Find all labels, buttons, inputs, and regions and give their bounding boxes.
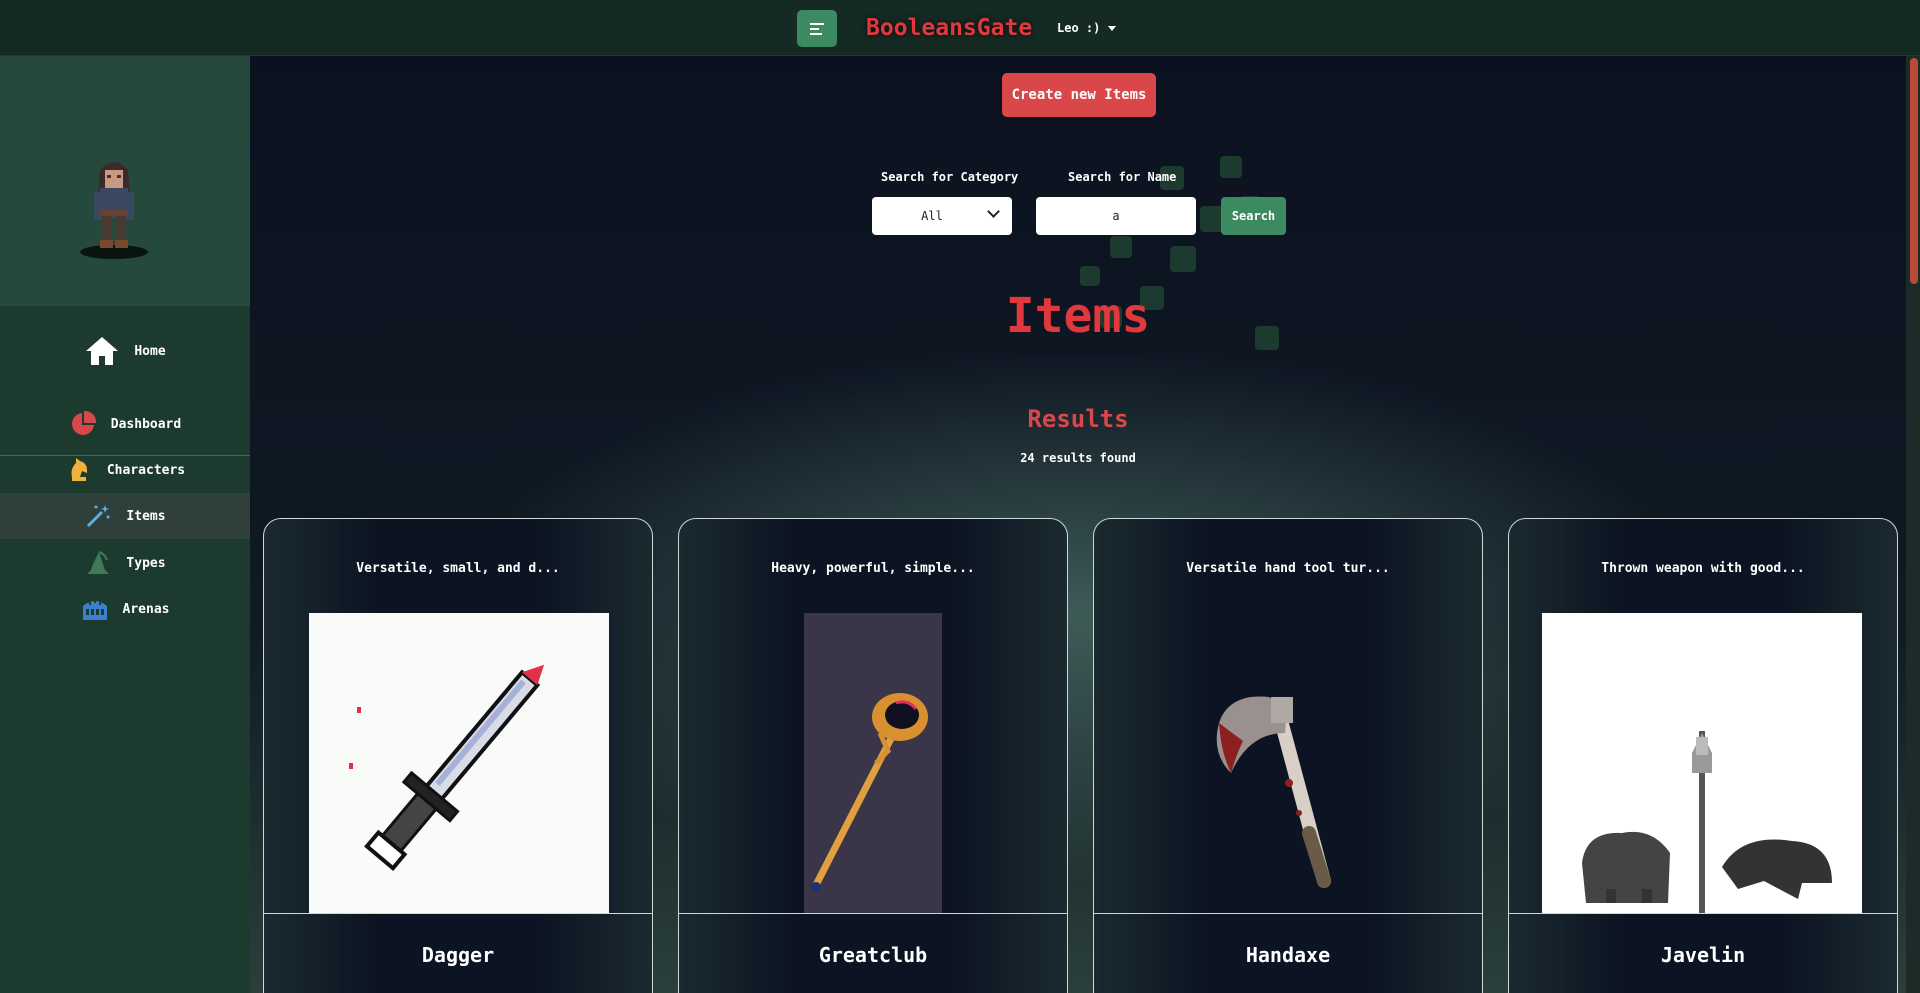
sidebar-item-label: Home [134,343,166,359]
category-label: Search for Category [881,170,1019,184]
item-name: Greatclub [818,943,928,967]
sidebar-item-home[interactable]: Home [0,321,250,381]
sidebar-item-label: Items [126,508,166,524]
sidebar-item-label: Types [126,555,166,571]
avatar-panel [0,56,250,306]
name-label: Search for Name [1068,170,1177,184]
handaxe-image [1216,696,1331,888]
main-content: Create new Items Search for Category All… [250,56,1906,993]
card-divider [264,913,652,914]
avatar [80,162,148,259]
item-name: Dagger [421,943,495,967]
sidebar-item-characters[interactable]: Characters [0,447,250,493]
item-name: Javelin [1660,943,1746,967]
item-name: Handaxe [1245,943,1331,967]
chess-knight-icon [65,456,93,484]
pie-chart-icon [69,410,97,438]
category-select[interactable]: All [872,197,1012,235]
scrollbar-thumb[interactable] [1910,58,1918,284]
dagger-image [309,613,609,913]
item-description: Versatile hand tool tur... [1186,561,1390,576]
item-description: Versatile, small, and d... [356,561,560,576]
item-card-greatclub[interactable]: Heavy, powerful, simple... Greatclub [678,518,1068,993]
menu-toggle-button[interactable] [797,10,837,47]
results-count: 24 results found [1020,451,1136,465]
item-card-dagger[interactable]: Versatile, small, and d... Dagger [263,518,653,993]
javelin-image [1542,613,1862,913]
user-dropdown[interactable]: Leo :) [1057,18,1117,38]
item-card-handaxe[interactable]: Versatile hand tool tur... Handaxe [1093,518,1483,993]
chevron-down-icon [987,205,1000,218]
card-divider [679,913,1067,914]
card-divider [1509,913,1897,914]
sidebar-item-label: Dashboard [110,416,182,432]
menu-lines-icon [810,22,824,35]
item-card-javelin[interactable]: Thrown weapon with good... Javelin [1508,518,1898,993]
results-heading: Results [1027,405,1129,433]
sidebar-item-arenas[interactable]: Arenas [0,586,250,632]
colosseum-icon [81,595,109,623]
sidebar: Home Dashboard Characters Items Types Ar… [0,56,250,993]
page-scrollbar[interactable] [1906,56,1920,993]
top-navbar: BooleansGate Leo :) [0,0,1920,56]
sidebar-item-label: Arenas [122,601,170,617]
item-description: Heavy, powerful, simple... [771,561,975,576]
create-items-button[interactable]: Create new Items [1002,73,1156,117]
name-search-input[interactable] [1036,197,1196,235]
sidebar-item-label: Characters [106,462,186,478]
sidebar-item-dashboard[interactable]: Dashboard [0,401,250,447]
caret-down-icon [1108,25,1117,31]
brand-logo-text[interactable]: BooleansGate [866,10,1032,46]
user-name: Leo :) [1057,21,1101,35]
search-button[interactable]: Search [1221,197,1286,235]
sidebar-item-items[interactable]: Items [0,493,250,539]
item-description: Thrown weapon with good... [1601,561,1805,576]
greatclub-image [804,613,942,913]
wizard-hat-icon [84,549,112,577]
sidebar-item-types[interactable]: Types [0,540,250,586]
page-title: Items [1005,288,1151,344]
category-selected-value: All [921,209,943,223]
home-icon [84,334,120,368]
card-divider [1094,913,1482,914]
magic-wand-icon [84,502,112,530]
